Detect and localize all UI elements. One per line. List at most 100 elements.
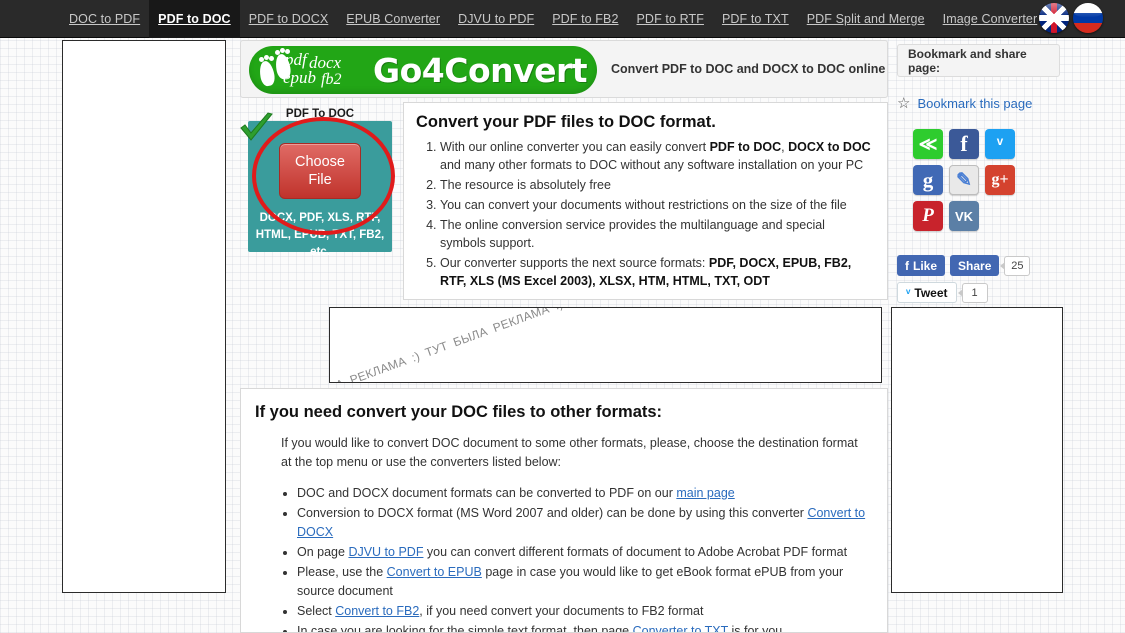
facebook-like-label: Like [913, 258, 938, 273]
upload-box: PDF To DOC Choose File DOCX, PDF, XLS, R… [248, 108, 392, 258]
logo-word-epub: epub [283, 68, 317, 87]
logo-word-pdf: pdf [285, 50, 307, 69]
lower-heading: If you need convert your DOC files to ot… [255, 403, 663, 421]
twitter-tweet-label: Tweet [914, 285, 948, 300]
info-benefit-list: With our online converter you can easily… [416, 138, 873, 290]
info-list-item: The online conversion service provides t… [440, 216, 873, 252]
ad-placeholder-text: ТУТ БЫЛА РЕКЛАМА :) ТУТ БЫЛА РЕКЛАМА :) … [892, 308, 1062, 592]
info-emphasis-text: PDF to DOC [709, 140, 782, 154]
choose-file-button[interactable]: Choose File [279, 143, 361, 199]
info-text: The online conversion service provides t… [440, 218, 825, 250]
site-logo[interactable]: pdf docx epub fb2 Go4Convert [249, 46, 597, 94]
supported-formats-text: DOCX, PDF, XLS, RTF, HTML, EPUB, TXT, FB… [248, 210, 392, 261]
converter-link[interactable]: Converter to TXT [633, 624, 728, 632]
converter-text: In case you are looking for the simple t… [297, 624, 633, 633]
flag-russia-button[interactable] [1073, 3, 1103, 33]
share-sidebar: Bookmark and share page: ☆ Bookmark this… [897, 44, 1067, 303]
twitter-icon[interactable]: ᵛ [985, 129, 1015, 159]
info-text: You can convert your documents without r… [440, 198, 847, 212]
choose-file-label-line2: File [308, 172, 332, 188]
nav-item-djvu-to-pdf[interactable]: DJVU to PDF [449, 2, 543, 36]
converter-list-item: On page DJVU to PDF you can convert diff… [297, 543, 871, 562]
nav-item-pdf-to-rtf[interactable]: PDF to RTF [628, 2, 713, 36]
converter-text: is for you [728, 624, 783, 633]
twitter-tweet-count: 1 [957, 282, 988, 303]
nav-item-pdf-to-docx[interactable]: PDF to DOCX [240, 2, 338, 36]
upload-widget: PDF To DOC Choose File DOCX, PDF, XLS, R… [240, 108, 395, 281]
info-list-item: With our online converter you can easily… [440, 138, 873, 174]
info-text: With our online converter you can easily… [440, 140, 710, 154]
ad-placeholder-left: ТУТ БЫЛА РЕКЛАМА :) ТУТ БЫЛА РЕКЛАМА :) … [62, 40, 226, 593]
info-text: The resource is absolutely free [440, 178, 611, 192]
info-list-item: You can convert your documents without r… [440, 196, 873, 214]
nav-item-epub-converter[interactable]: EPUB Converter [337, 2, 449, 36]
logo-word-fb2: fb2 [321, 71, 342, 88]
site-header-bar: pdf docx epub fb2 Go4Convert Convert PDF… [240, 40, 888, 98]
nav-item-pdf-to-txt[interactable]: PDF to TXT [713, 2, 798, 36]
converter-link[interactable]: Convert to EPUB [387, 565, 482, 579]
formats-line-1: DOCX, PDF, XLS, RTF, [259, 212, 381, 224]
info-heading: Convert your PDF files to DOC format. [416, 113, 716, 131]
nav-item-list: DOC to PDF PDF to DOC PDF to DOCX EPUB Conv… [60, 0, 1046, 38]
vk-icon[interactable]: VK [949, 201, 979, 231]
info-list-item: Our converter supports the next source f… [440, 254, 873, 290]
facebook-share-count: 25 [1000, 255, 1031, 276]
pinterest-icon[interactable]: P [913, 201, 943, 231]
nav-item-pdf-to-doc[interactable]: PDF to DOC [149, 0, 240, 38]
facebook-like-button[interactable]: f Like [897, 255, 946, 276]
ad-placeholder-text: ТУТ БЫЛА РЕКЛАМА :) ТУТ БЫЛА РЕКЛАМА :) … [330, 308, 881, 382]
bookmark-share-header: Bookmark and share page: [897, 44, 1060, 77]
share-icon[interactable]: ≪ [913, 129, 943, 159]
converter-list-item: DOC and DOCX document formats can be con… [297, 484, 871, 503]
converter-link[interactable]: Convert to FB2 [335, 604, 419, 618]
google-icon[interactable]: g [913, 165, 943, 195]
logo-format-words: pdf docx epub fb2 [283, 49, 365, 91]
formats-line-2: HTML, EPUB, TXT, FB2, etc. [255, 229, 385, 258]
ad-placeholder-banner: ТУТ БЫЛА РЕКЛАМА :) ТУТ БЫЛА РЕКЛАМА :) … [329, 307, 882, 383]
google-plus-icon[interactable]: g+ [985, 165, 1015, 195]
info-text: Our converter supports the next source f… [440, 256, 709, 270]
twitter-bird-icon: ᵛ [906, 285, 911, 300]
converter-text: Conversion to DOCX format (MS Word 2007 … [297, 506, 808, 520]
converter-link-list: DOC and DOCX document formats can be con… [255, 484, 871, 633]
star-icon: ☆ [897, 95, 911, 112]
site-tagline: Convert PDF to DOC and DOCX to DOC onlin… [611, 62, 886, 76]
converter-text: you can convert different formats of doc… [423, 545, 848, 559]
converter-list-item: Select Convert to FB2, if you need conve… [297, 602, 871, 621]
nav-item-doc-to-pdf[interactable]: DOC to PDF [60, 2, 149, 36]
blogger-pencil-icon[interactable]: ✎ [949, 165, 979, 195]
language-flag-group [1039, 3, 1103, 33]
brand-name: Go4Convert [373, 50, 588, 90]
converter-text: On page [297, 545, 349, 559]
info-panel: Convert your PDF files to DOC format. Wi… [403, 102, 888, 300]
facebook-share-button[interactable]: Share [950, 255, 1000, 276]
converter-list-item: Conversion to DOCX format (MS Word 2007 … [297, 504, 871, 542]
top-navigation-bar: DOC to PDF PDF to DOC PDF to DOCX EPUB Conv… [0, 0, 1125, 38]
social-icon-grid: ≪ f ᵛ g ✎ g+ P VK [913, 129, 1043, 231]
ad-placeholder-text: ТУТ БЫЛА РЕКЛАМА :) ТУТ БЫЛА РЕКЛАМА :) … [63, 41, 225, 592]
flag-uk-button[interactable] [1039, 3, 1069, 33]
converter-link[interactable]: main page [676, 486, 734, 500]
nav-item-pdf-to-fb2[interactable]: PDF to FB2 [543, 2, 627, 36]
twitter-tweet-button[interactable]: ᵛ Tweet [897, 282, 957, 303]
choose-file-label-line1: Choose [295, 154, 345, 170]
lower-intro-text: If you would like to convert DOC documen… [281, 436, 858, 469]
nav-item-image-converter[interactable]: Image Converter [934, 2, 1047, 36]
converter-list-item: Please, use the Convert to EPUB page in … [297, 563, 871, 601]
facebook-f-icon: f [905, 258, 909, 273]
converter-text: DOC and DOCX document formats can be con… [297, 486, 677, 500]
twitter-button-row: ᵛ Tweet 1 [897, 282, 1067, 303]
info-text: and many other formats to DOC without an… [440, 158, 864, 172]
info-list-item: The resource is absolutely free [440, 176, 873, 194]
converter-text: Select [297, 604, 336, 618]
ad-placeholder-right: ТУТ БЫЛА РЕКЛАМА :) ТУТ БЫЛА РЕКЛАМА :) … [891, 307, 1063, 593]
converter-link[interactable]: DJVU to PDF [348, 545, 423, 559]
facebook-button-row: f Like Share 25 [897, 255, 1067, 276]
converter-text: , if you need convert your documents to … [419, 604, 704, 618]
bookmark-link-label: Bookmark this page [917, 95, 1033, 111]
info-emphasis-text: DOCX to DOC [788, 140, 871, 154]
other-formats-panel: If you need convert your DOC files to ot… [240, 388, 888, 633]
facebook-icon[interactable]: f [949, 129, 979, 159]
nav-item-pdf-split-and-merge[interactable]: PDF Split and Merge [798, 2, 934, 36]
bookmark-this-page-link[interactable]: ☆ Bookmark this page [897, 94, 1067, 112]
